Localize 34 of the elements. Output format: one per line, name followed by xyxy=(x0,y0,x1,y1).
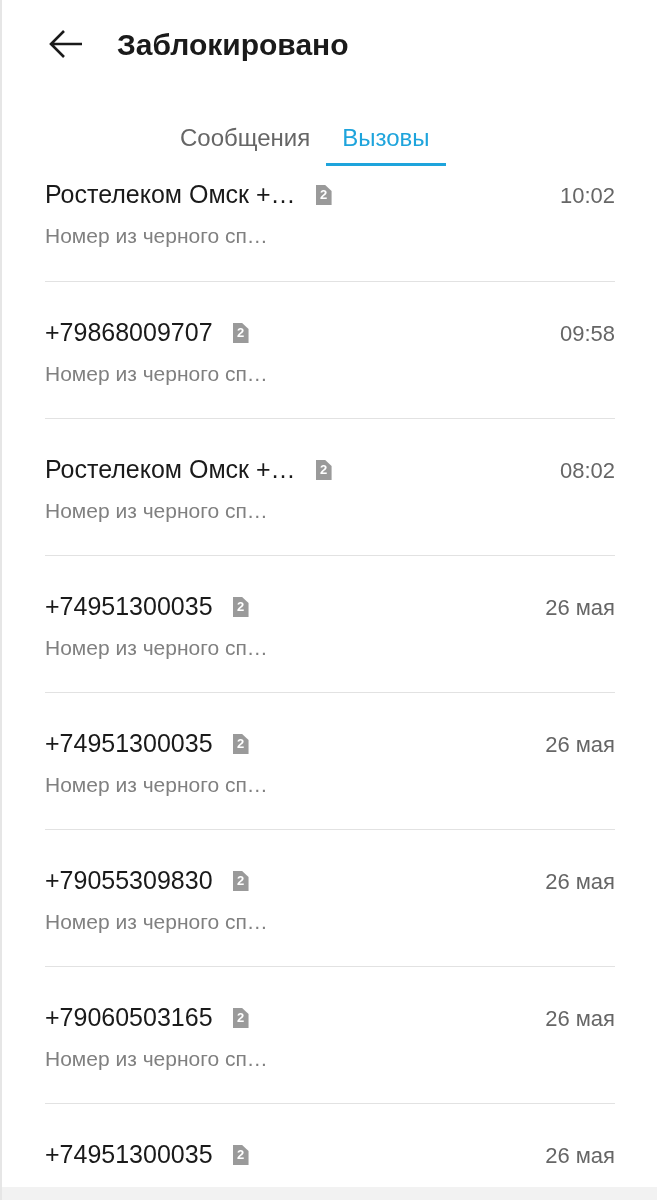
call-time: 26 мая xyxy=(545,730,615,759)
caller-name: +79868009707 xyxy=(45,317,213,349)
block-reason: Номер из черного сп… xyxy=(45,909,269,935)
back-icon xyxy=(48,29,84,59)
call-time: 26 мая xyxy=(545,1004,615,1033)
sim-icon: 2 xyxy=(232,1145,249,1165)
sim-icon: 2 xyxy=(232,1008,249,1028)
sim-icon: 2 xyxy=(232,734,249,754)
call-time: 26 мая xyxy=(545,1141,615,1170)
call-time: 26 мая xyxy=(545,593,615,622)
block-reason: Номер из черного сп… xyxy=(45,361,269,387)
call-time: 09:58 xyxy=(559,319,615,348)
sim-icon: 2 xyxy=(315,460,332,480)
block-reason: Номер из черного сп… xyxy=(45,1046,269,1072)
caller-name: +74951300035 xyxy=(45,728,213,760)
caller-name: +79055309830 xyxy=(45,865,213,897)
caller-name: +74951300035 xyxy=(45,591,213,623)
sim-icon: 2 xyxy=(232,871,249,891)
caller-name: Ростелеком Омск +… xyxy=(45,454,296,486)
caller-name: +79060503165 xyxy=(45,1002,213,1034)
call-time: 10:02 xyxy=(559,181,615,210)
sim-icon: 2 xyxy=(232,597,249,617)
block-reason: Номер из черного сп… xyxy=(45,498,269,524)
call-time: 26 мая xyxy=(545,867,615,896)
sim-icon: 2 xyxy=(315,185,332,205)
sim-icon: 2 xyxy=(232,323,249,343)
block-reason: Номер из черного сп… xyxy=(45,635,269,661)
caller-name: +74951300035 xyxy=(45,1139,213,1171)
block-reason: Номер из черного сп… xyxy=(45,772,269,798)
tab[interactable]: Сообщения xyxy=(164,113,327,166)
block-reason: Номер из черного сп… xyxy=(45,223,269,249)
call-time: 08:02 xyxy=(559,456,615,485)
caller-name: Ростелеком Омск +… xyxy=(45,179,296,211)
page-title: Заблокировано xyxy=(117,26,349,63)
